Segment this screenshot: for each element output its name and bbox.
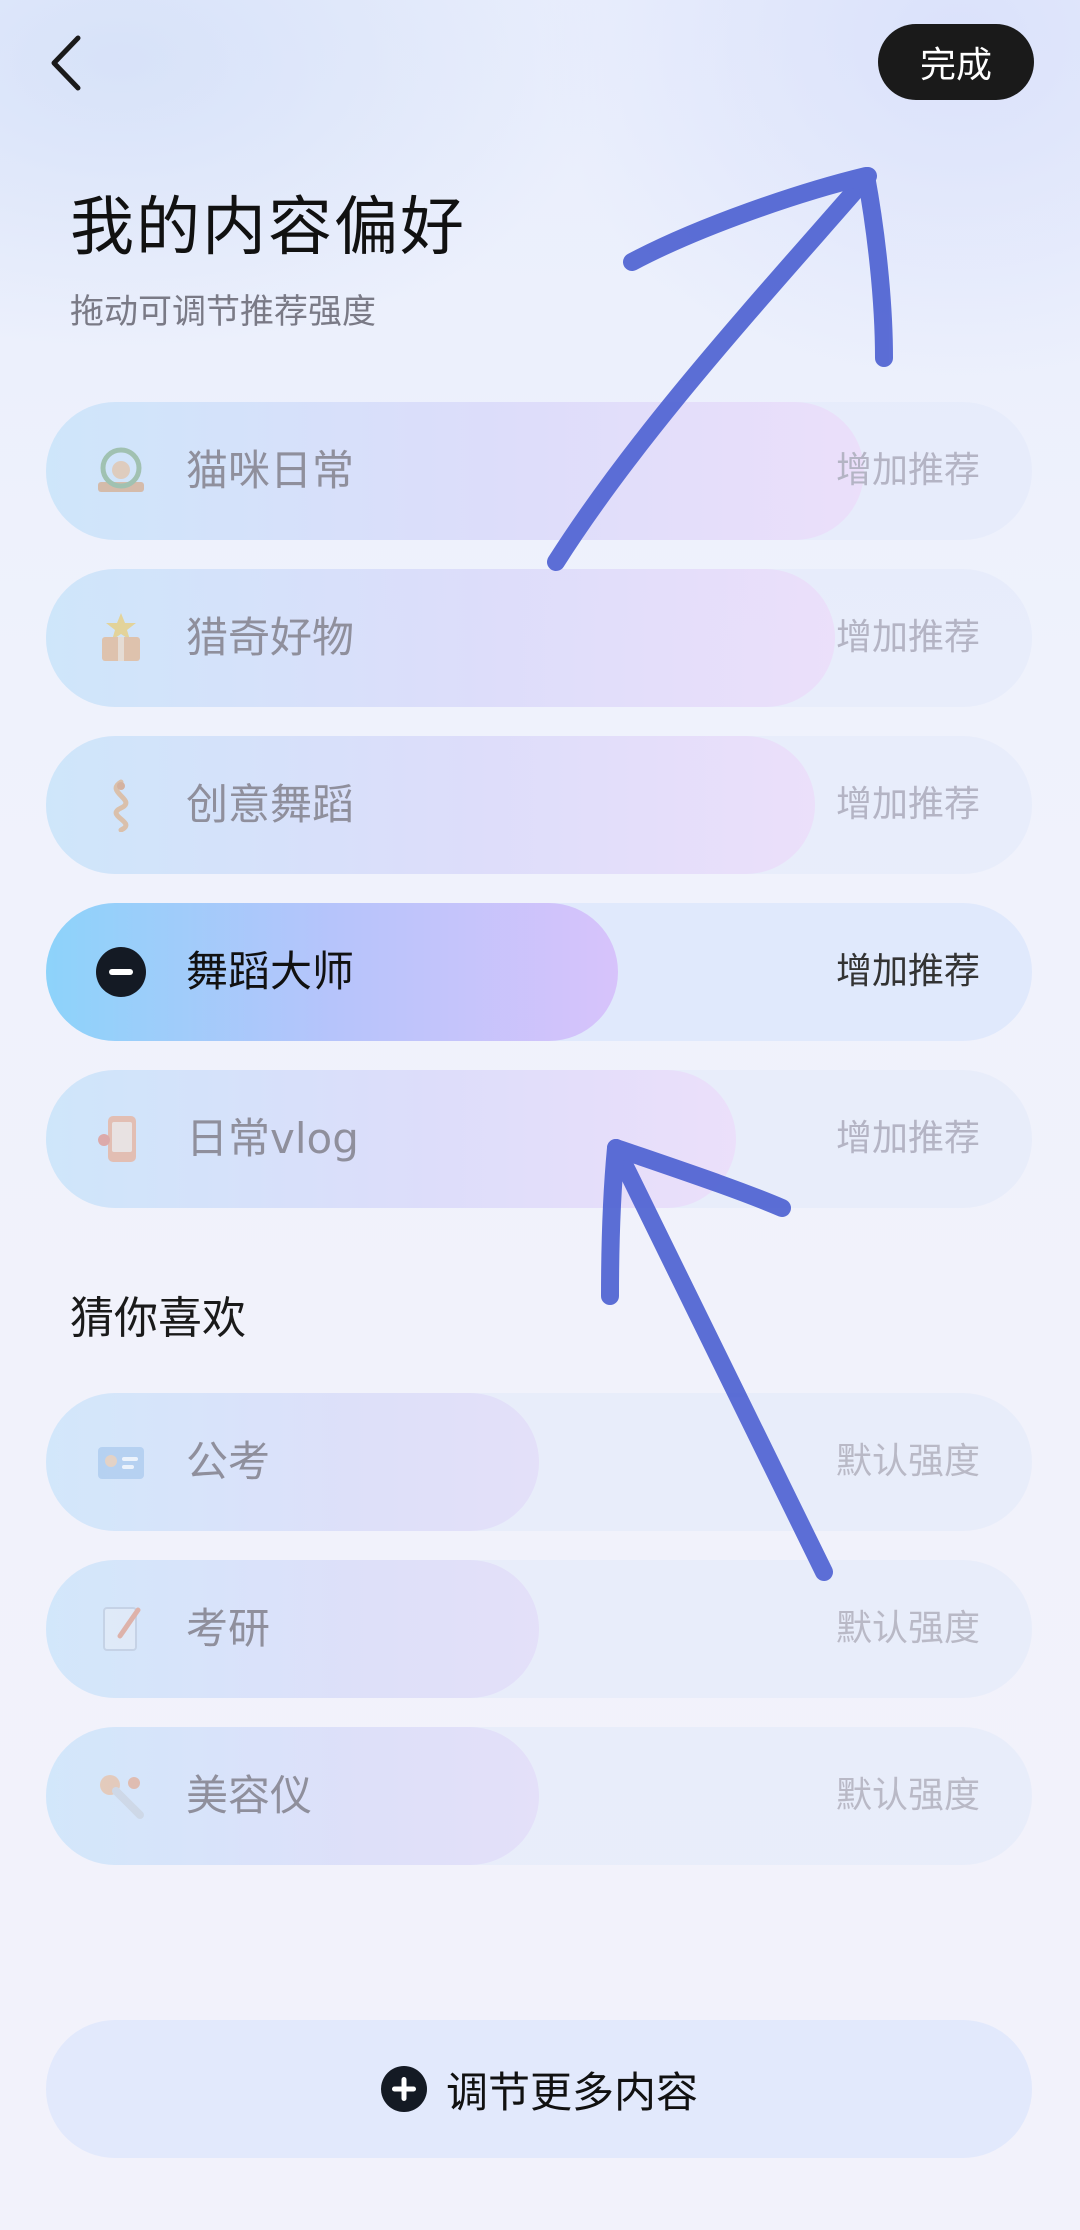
preference-action: 增加推荐 [835, 1118, 980, 1159]
page-subtitle: 拖动可调节推荐强度 [70, 292, 376, 332]
phone-icon [94, 1112, 148, 1166]
preference-label: 创意舞蹈 [186, 780, 355, 829]
suggestion-label: 考研 [186, 1604, 271, 1653]
suggestion-action: 默认强度 [835, 1441, 980, 1482]
section-title-guess-you-like: 猜你喜欢 [70, 1293, 246, 1344]
suggestion-row-beauty-device[interactable]: 美容仪 默认强度 [46, 1727, 1032, 1865]
dance-ribbon-icon [94, 778, 148, 832]
suggestion-row-civil-exam[interactable]: 公考 默认强度 [46, 1393, 1032, 1531]
strength-fill [46, 1070, 737, 1208]
preference-action: 增加推荐 [835, 450, 980, 491]
preference-row-creative-dance[interactable]: 创意舞蹈 增加推荐 [46, 736, 1032, 874]
suggestion-label: 公考 [186, 1437, 271, 1486]
minus-circle-icon[interactable] [94, 945, 148, 999]
gift-box-icon [94, 611, 148, 665]
done-button[interactable]: 完成 [878, 24, 1034, 100]
suggestion-row-postgraduate-exam[interactable]: 考研 默认强度 [46, 1560, 1032, 1698]
preference-row-novelty-goods[interactable]: 猎奇好物 增加推荐 [46, 569, 1032, 707]
preference-action: 增加推荐 [835, 951, 980, 992]
preference-action: 增加推荐 [835, 617, 980, 658]
strength-fill [46, 569, 835, 707]
beauty-device-icon [94, 1769, 148, 1823]
strength-fill [46, 736, 816, 874]
suggestion-action: 默认强度 [835, 1608, 980, 1649]
preference-label: 猫咪日常 [186, 446, 355, 495]
chevron-left-icon [51, 35, 81, 91]
id-card-icon [94, 1435, 148, 1489]
arrow-to-done-head [623, 167, 893, 367]
back-button[interactable] [44, 28, 104, 98]
preference-row-dance-master[interactable]: 舞蹈大师 增加推荐 [46, 903, 1032, 1041]
plus-circle-icon [380, 2066, 427, 2112]
preference-row-daily-vlog[interactable]: 日常vlog 增加推荐 [46, 1070, 1032, 1208]
adjust-more-label: 调节更多内容 [445, 2067, 698, 2117]
strength-fill [46, 402, 865, 540]
adjust-more-content-button[interactable]: 调节更多内容 [46, 2020, 1032, 2158]
preference-row-cat-daily[interactable]: 猫咪日常 增加推荐 [46, 402, 1032, 540]
cat-frame-icon [94, 444, 148, 498]
suggestion-label: 美容仪 [186, 1771, 313, 1820]
preference-label: 舞蹈大师 [186, 947, 355, 996]
notebook-icon [94, 1602, 148, 1656]
preference-action: 增加推荐 [835, 784, 980, 825]
page-title: 我的内容偏好 [70, 191, 466, 265]
suggestion-action: 默认强度 [835, 1775, 980, 1816]
preference-label: 日常vlog [186, 1114, 359, 1163]
preference-label: 猎奇好物 [186, 613, 355, 662]
